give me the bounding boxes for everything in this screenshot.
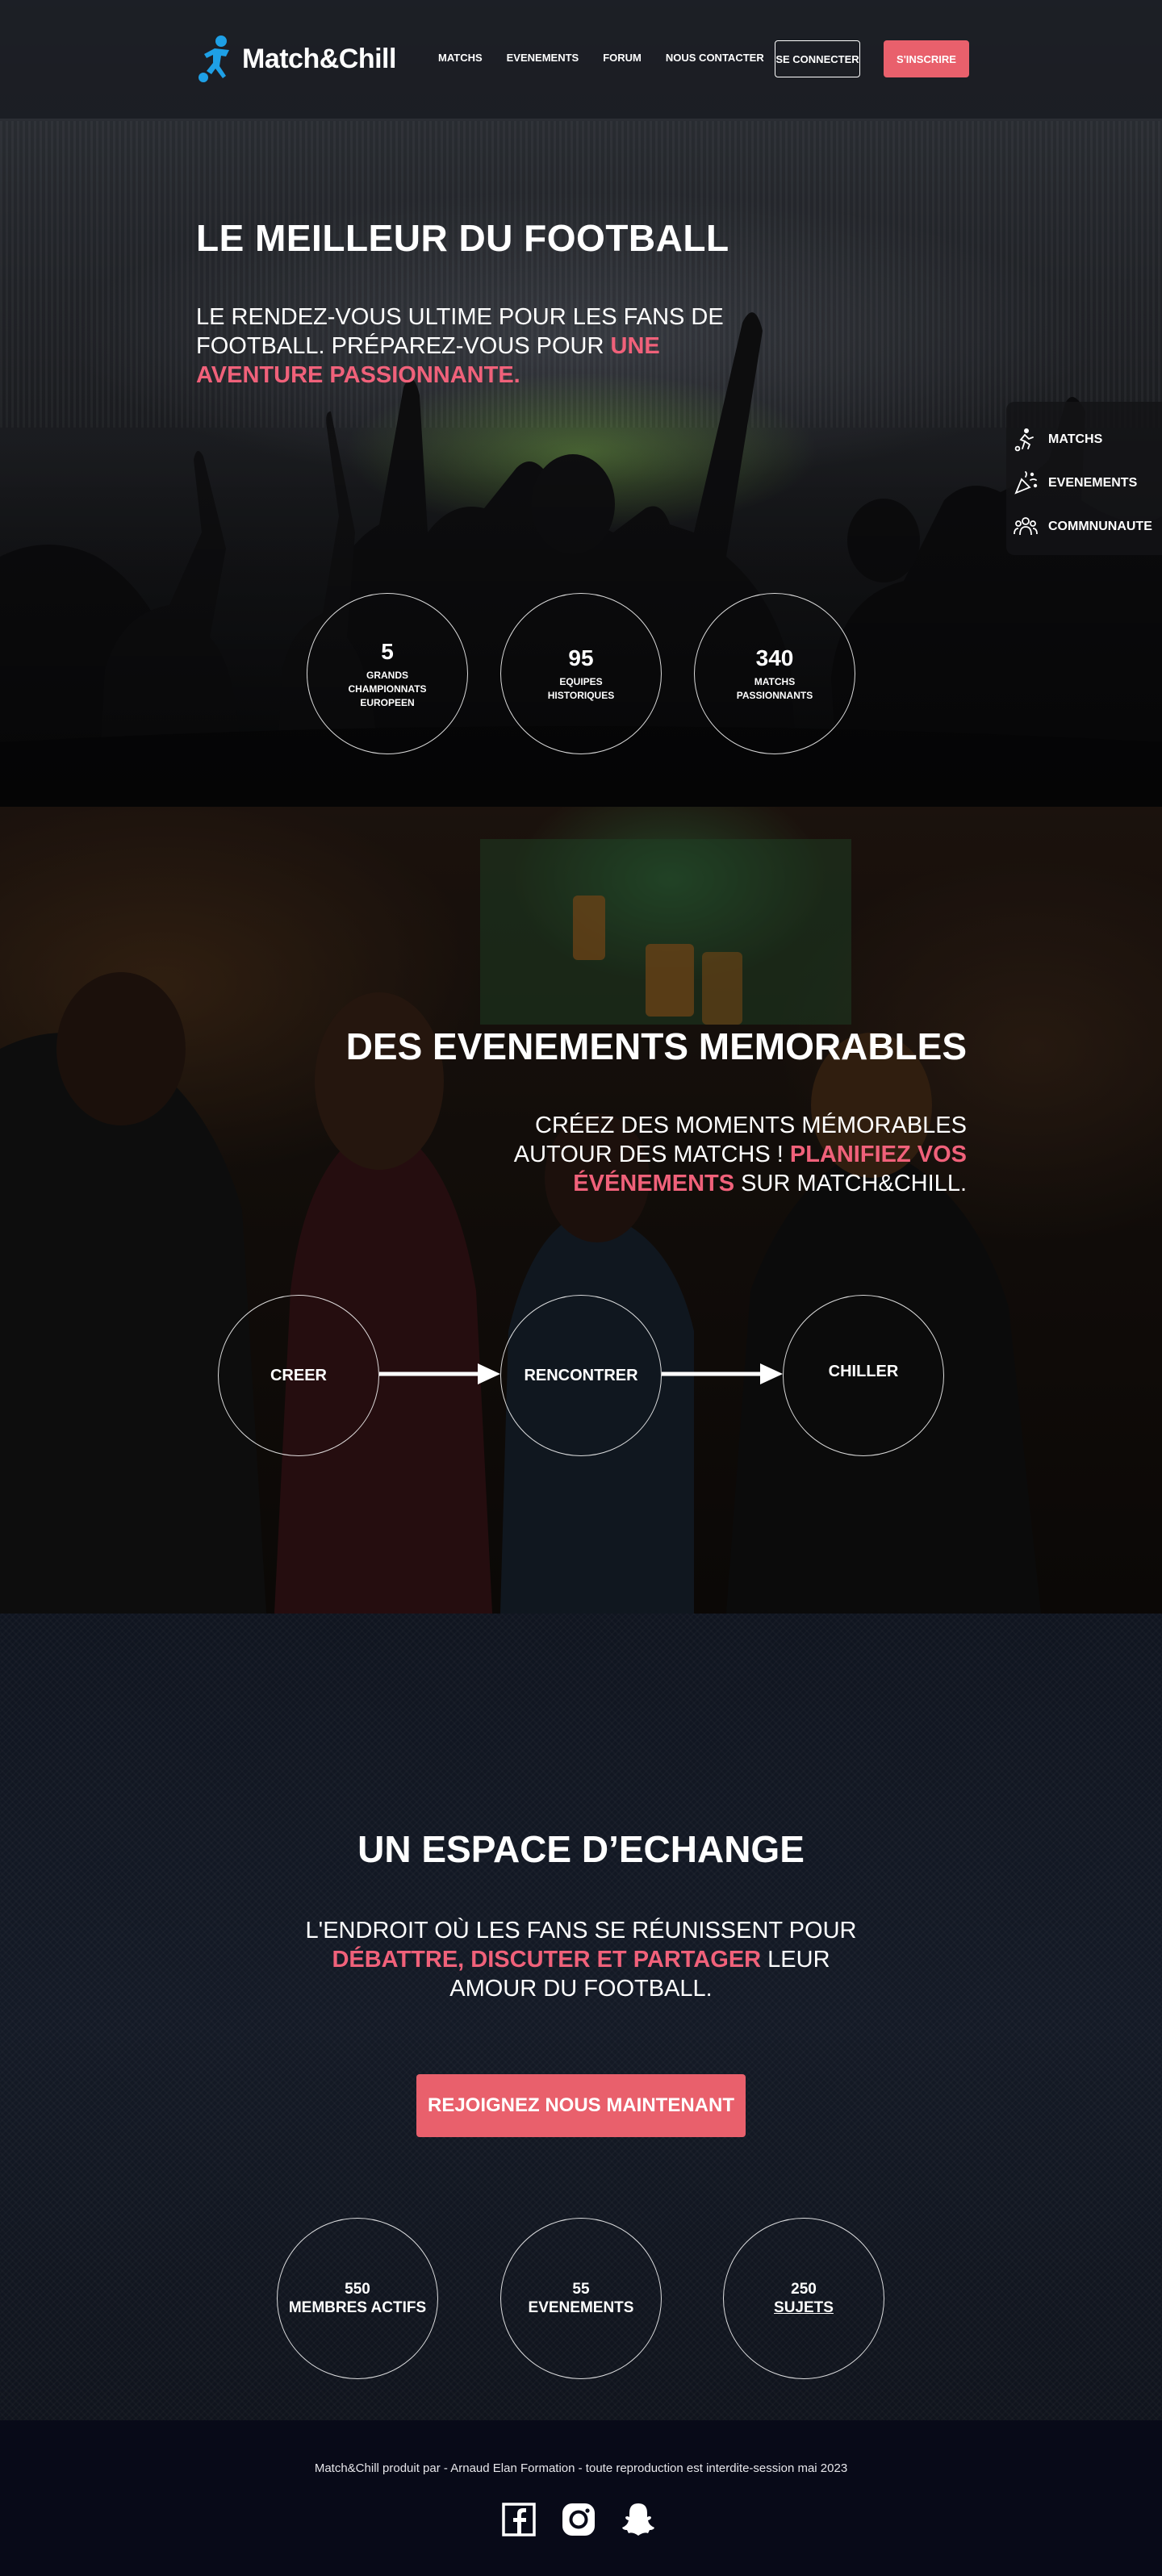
login-button[interactable]: SE CONNECTER [775,40,860,77]
side-menu-item-evenements[interactable]: EVENEMENTS [1013,461,1162,505]
stat-value: 340 [755,645,794,670]
stat-sujets[interactable]: 250 SUJETS [723,2218,884,2379]
nav-link-evenements[interactable]: EVENEMENTS [507,52,579,64]
stat-label: MATCHS PASSIONNANTS [736,676,813,701]
community-subtitle-text: L'ENDROIT OÙ LES FANS SE RÉUNISSENT POUR [305,1918,857,1943]
events-section [0,807,1162,1614]
hero-subtitle: LE RENDEZ-VOUS ULTIME POUR LES FANS DE F… [196,303,761,390]
stat-label: GRANDS CHAMPIONNATS EUROPEEN [348,669,427,708]
stat-championnats: 5 GRANDS CHAMPIONNATS EUROPEEN [307,593,468,754]
logo-link[interactable]: Match&Chill [194,34,396,84]
footer-copyright: Match&Chill produit par - Arnaud Elan Fo… [314,2461,848,2475]
nav-link-contact[interactable]: NOUS CONTACTER [666,52,764,64]
step-chiller: CHILLER [783,1295,944,1456]
community-icon [1014,517,1038,536]
facebook-icon [502,2503,536,2536]
side-menu-item-communaute[interactable]: COMMNUNAUTE [1013,505,1162,549]
snapchat-link[interactable] [620,2501,657,2538]
arrow-right-icon [379,1363,500,1384]
stat-label: MEMBRES ACTIFS [288,2299,427,2316]
stat-membres: 550 MEMBRES ACTIFS [277,2218,438,2379]
events-overlay [0,807,1162,1614]
events-subtitle: CRÉEZ DES MOMENTS MÉMORABLES AUTOUR DES … [434,1111,967,1198]
football-player-logo-icon [199,35,229,82]
side-quick-menu: MATCHS EVENEMENTS COMMNUNAUTE [1006,402,1162,555]
hero-title: LE MEILLEUR DU FOOTBALL [196,217,729,259]
main-nav: MATCHS EVENEMENTS FORUM NOUS CONTACTER [438,52,788,64]
events-subtitle-end: SUR MATCH&CHILL. [734,1171,967,1196]
stat-value: 55 [572,2281,590,2298]
stat-label: EQUIPES HISTORIQUES [547,676,615,701]
side-menu-label: COMMNUNAUTE [1048,520,1152,533]
arrow-right-icon [662,1363,783,1384]
signup-button[interactable]: S'INSCRIRE [884,40,969,77]
step-rencontrer: RENCONTRER [500,1295,662,1456]
community-subtitle-highlight: DÉBATTRE, DISCUTER ET PARTAGER [332,1947,762,1973]
stat-value: 5 [381,638,394,664]
stat-matchs: 340 MATCHS PASSIONNANTS [694,593,855,754]
party-popper-icon [1014,471,1038,495]
stat-evenements: 55 EVENEMENTS [500,2218,662,2379]
stat-value: 95 [568,645,594,670]
nav-link-forum[interactable]: FORUM [603,52,642,64]
side-menu-label: MATCHS [1048,432,1103,446]
side-menu-label: EVENEMENTS [1048,476,1138,490]
join-now-button[interactable]: REJOIGNEZ NOUS MAINTENANT [416,2074,746,2137]
stat-value: 250 [791,2281,817,2298]
side-menu-item-matchs[interactable]: MATCHS [1013,418,1162,461]
stat-value: 550 [345,2281,370,2298]
nav-link-matchs[interactable]: MATCHS [438,52,483,64]
social-links [500,2501,657,2538]
logo-text: Match&Chill [242,43,396,74]
stat-label-link[interactable]: SUJETS [774,2298,834,2317]
instagram-link[interactable] [560,2501,597,2538]
community-subtitle: L'ENDROIT OÙ LES FANS SE RÉUNISSENT POUR… [290,1916,872,2003]
player-kick-icon [1014,428,1034,452]
snapchat-icon [622,2503,654,2536]
step-creer: CREER [218,1295,379,1456]
site-header: Match&Chill MATCHS EVENEMENTS FORUM NOUS… [0,0,1162,119]
site-footer [0,2420,1162,2576]
stat-equipes: 95 EQUIPES HISTORIQUES [500,593,662,754]
events-title: DES EVENEMENTS MEMORABLES [345,1025,967,1067]
facebook-link[interactable] [500,2501,537,2538]
instagram-icon [562,2503,595,2536]
stat-label: EVENEMENTS [528,2299,634,2316]
community-title: UN ESPACE D’ECHANGE [357,1828,805,1870]
